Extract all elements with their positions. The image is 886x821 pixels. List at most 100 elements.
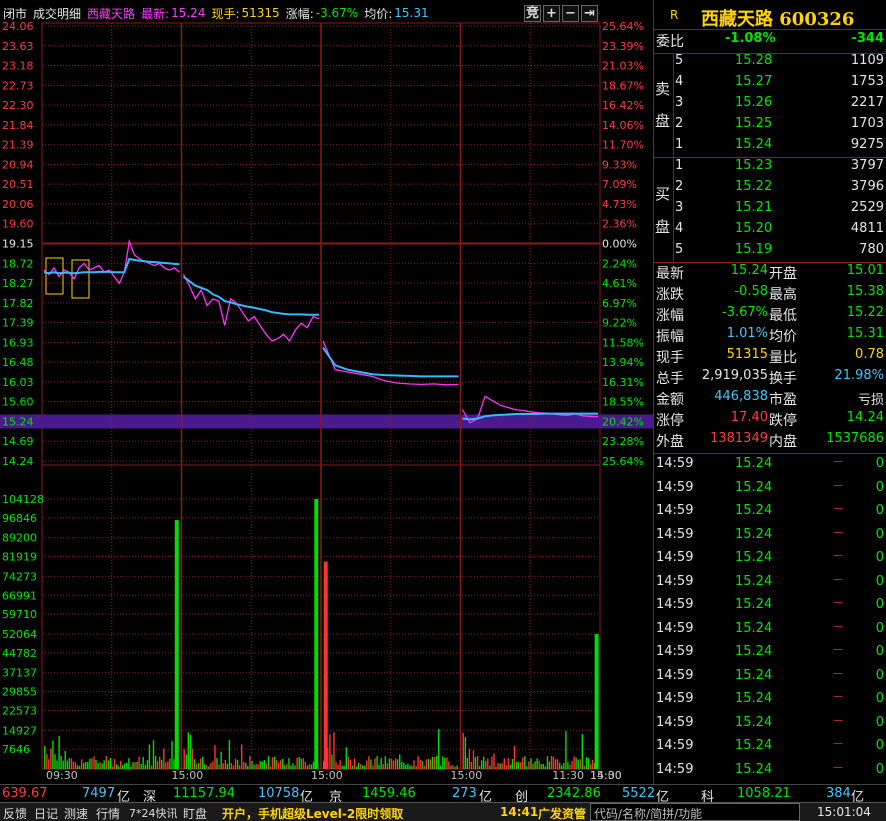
ask-row[interactable]: 2 15.25 1703 <box>653 116 886 138</box>
volume-bar <box>208 766 210 769</box>
volume-bar <box>364 765 366 769</box>
volume-bar <box>218 764 220 769</box>
quote-label: 总手 <box>656 371 684 387</box>
volume-bar <box>234 758 237 769</box>
pct-axis-label: 25.64% <box>602 20 644 33</box>
price-axis-label: 22.30 <box>2 99 34 112</box>
tick-row[interactable]: 14:59 15.24 — 0 <box>653 691 886 713</box>
volume-bar <box>56 760 58 769</box>
tick-count: 0 <box>875 597 884 612</box>
volume-bar <box>245 762 247 769</box>
quote-label: 最低 <box>769 308 797 324</box>
zoom-out-button[interactable]: − <box>562 5 579 22</box>
tick-volume: — <box>833 597 843 608</box>
speed-test-button[interactable]: 测速 <box>64 805 88 821</box>
volume-bar <box>113 759 116 769</box>
tick-time: 14:59 <box>656 503 694 518</box>
auction-button[interactable]: 竞 <box>524 5 541 22</box>
tick-row[interactable]: 14:59 15.24 — 0 <box>653 456 886 478</box>
tick-row[interactable]: 14:59 15.24 — 0 <box>653 480 886 502</box>
volume-bar <box>433 757 436 769</box>
tab-trade-detail[interactable]: 成交明细 <box>33 5 81 22</box>
volume-bar <box>101 763 103 769</box>
expand-icon[interactable]: ⇥ <box>581 5 598 22</box>
promo-ticker[interactable]: 开户，手机超级Level-2限时领取 <box>222 805 482 821</box>
volume-bar <box>120 760 122 769</box>
zoom-in-button[interactable]: + <box>543 5 560 22</box>
volume-bar <box>290 765 292 769</box>
bid-price: 15.22 <box>735 179 773 194</box>
tick-row[interactable]: 14:59 15.24 — 0 <box>653 668 886 690</box>
volume-bar <box>265 763 267 769</box>
watch-button[interactable]: 盯盘 <box>183 805 207 821</box>
price-axis-label: 18.27 <box>2 277 34 290</box>
tick-volume: — <box>833 714 843 726</box>
tick-row[interactable]: 14:59 15.24 — 0 <box>653 644 886 666</box>
tick-row[interactable]: 14:59 15.24 — 0 <box>653 715 886 737</box>
time-axis-label: 11:30 <box>552 769 584 782</box>
volume-bar <box>483 756 485 769</box>
volume-bar <box>347 756 349 769</box>
volume-bar <box>413 760 415 769</box>
change-label: 涨幅: <box>285 6 314 21</box>
bid-row[interactable]: 2 15.22 3796 <box>653 179 886 201</box>
volume-bar <box>282 759 284 769</box>
tick-row[interactable]: 14:59 15.24 — 0 <box>653 550 886 572</box>
tick-row[interactable]: 14:59 15.24 — 0 <box>653 503 886 525</box>
quote-label: 涨幅 <box>656 308 684 324</box>
intraday-chart: 24.06 25.64%23.63 23.39%23.18 21.03%22.73 18… <box>0 20 653 782</box>
market-button[interactable]: 行情 <box>96 805 120 821</box>
tab-closed[interactable]: 闭市 <box>3 5 27 22</box>
volume-bar <box>255 764 257 769</box>
search-input[interactable]: 代码/名称/简拼/功能 <box>590 803 800 821</box>
quote-row: 涨停 17.40 跌停 14.24 <box>653 410 886 432</box>
tick-row[interactable]: 14:59 15.24 — 0 <box>653 621 886 643</box>
diary-button[interactable]: 日记 <box>34 805 58 821</box>
volume-bar <box>355 766 358 769</box>
ask-row[interactable]: 1 15.24 9275 <box>653 137 886 159</box>
volume-bar <box>491 756 493 769</box>
ask-row[interactable]: 3 15.26 2217 <box>653 95 886 117</box>
pct-axis-label: 7.09% <box>602 178 637 191</box>
price-axis-label: 17.39 <box>2 317 34 330</box>
tick-row[interactable]: 14:59 15.24 — 0 <box>653 574 886 596</box>
volume-bar <box>72 761 75 769</box>
volume-bar <box>546 756 549 769</box>
bj-amount: 273 <box>452 786 477 801</box>
volume-bar <box>462 732 464 769</box>
bid-row[interactable]: 1 15.23 3797 <box>653 158 886 180</box>
news-7x24-button[interactable]: 7*24快讯 <box>129 805 178 821</box>
tick-price: 15.24 <box>735 644 773 659</box>
news-source[interactable]: 广发资管 <box>538 805 586 821</box>
quote-value: -0.58 <box>734 284 768 299</box>
cy-amount: 5522 <box>622 786 656 801</box>
tick-count: 0 <box>875 620 884 636</box>
volume-bar <box>497 763 499 769</box>
volume-bar <box>370 759 372 769</box>
index-status-bar: 639.67 7497 亿 深 11157.94 10758 亿 京 1459.… <box>0 784 886 805</box>
tick-row[interactable]: 14:59 15.24 — 0 <box>653 738 886 760</box>
volume-bar <box>185 754 187 769</box>
tick-row[interactable]: 14:59 15.24 — 0 <box>653 762 886 784</box>
bid-row[interactable]: 5 15.19 780 <box>653 242 886 264</box>
tick-time: 14:59 <box>656 456 694 471</box>
tick-row[interactable]: 14:59 15.24 — 0 <box>653 527 886 549</box>
volume-bar <box>161 759 163 769</box>
volume-bar <box>191 748 194 769</box>
ask-row[interactable]: 4 15.27 1753 <box>653 74 886 96</box>
volume-bar <box>351 765 354 769</box>
tick-count: 0 <box>875 503 884 518</box>
tick-row[interactable]: 14:59 15.24 — 0 <box>653 597 886 619</box>
feedback-button[interactable]: 反馈 <box>3 805 27 821</box>
bid-row[interactable]: 4 15.20 4811 <box>653 221 886 243</box>
latest-label: 最新: <box>141 6 170 21</box>
quote-label: 现手 <box>656 350 684 366</box>
volume-bar <box>148 744 151 769</box>
ask-level: 2 <box>675 116 684 131</box>
volume-bar <box>401 761 403 769</box>
ask-row[interactable]: 5 15.28 1109 <box>653 53 886 75</box>
volume-bar <box>199 758 202 769</box>
quote-value: 1537686 <box>826 431 884 446</box>
bid-row[interactable]: 3 15.21 2529 <box>653 200 886 222</box>
volume-bar <box>530 758 532 769</box>
